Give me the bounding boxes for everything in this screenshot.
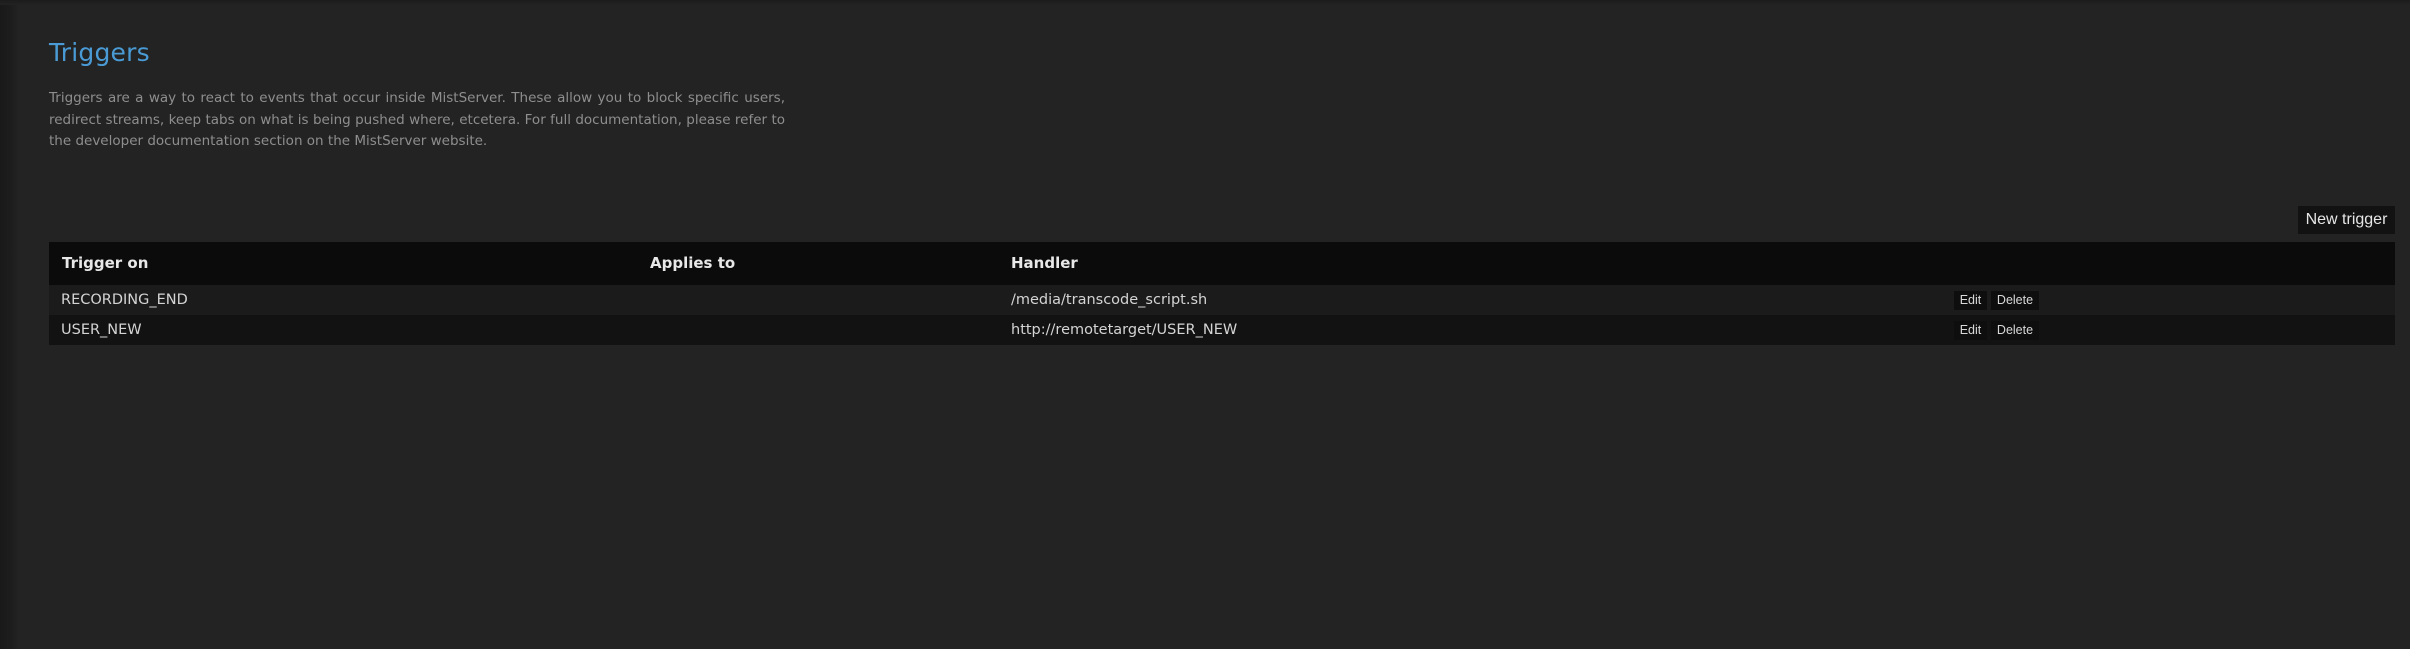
edit-button[interactable]: Edit: [1954, 321, 1987, 340]
delete-button[interactable]: Delete: [1991, 291, 2039, 310]
edit-button[interactable]: Edit: [1954, 291, 1987, 310]
page-description: Triggers are a way to react to events th…: [49, 90, 785, 149]
column-header-applies-to[interactable]: Applies to: [650, 242, 735, 285]
top-edge: [0, 0, 2410, 5]
new-trigger-button[interactable]: New trigger: [2298, 206, 2395, 234]
column-header-trigger-on[interactable]: Trigger on: [62, 242, 148, 285]
table-row: USER_NEW http://remotetarget/USER_NEW Ed…: [49, 315, 2395, 345]
triggers-page: Triggers Triggers are a way to react to …: [0, 0, 2410, 649]
table-header: Trigger on Applies to Handler: [49, 242, 2395, 285]
trigger-on-cell: USER_NEW: [61, 322, 142, 338]
handler-cell: /media/transcode_script.sh: [1011, 292, 1208, 308]
page-title: Triggers: [49, 38, 150, 67]
handler-cell: http://remotetarget/USER_NEW: [1011, 322, 1238, 338]
delete-button[interactable]: Delete: [1991, 321, 2039, 340]
triggers-table: Trigger on Applies to Handler RECORDING_…: [49, 242, 2395, 345]
trigger-on-cell: RECORDING_END: [61, 292, 188, 308]
table-row: RECORDING_END /media/transcode_script.sh…: [49, 285, 2395, 315]
sidebar-edge: [0, 0, 18, 649]
column-header-handler[interactable]: Handler: [1011, 242, 1078, 285]
